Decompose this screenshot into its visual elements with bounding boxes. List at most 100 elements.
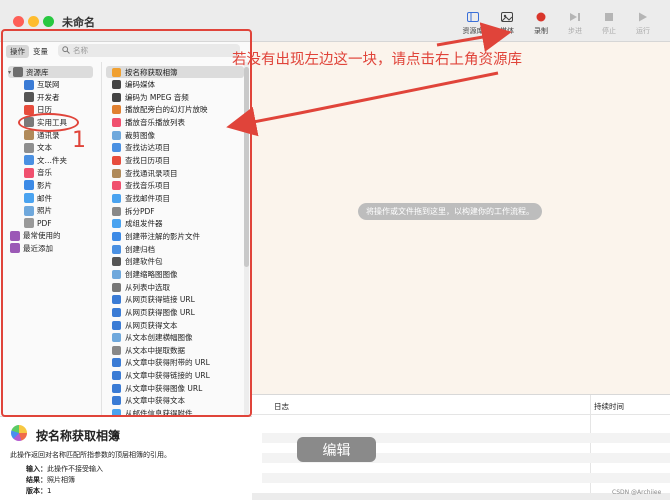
action-list-item[interactable]: 从文章中获得图像 URL	[106, 382, 244, 394]
tab-actions[interactable]: 操作	[6, 45, 29, 58]
action-list-item[interactable]: 查找音乐项目	[106, 180, 244, 192]
action-icon	[112, 345, 121, 355]
action-item-label: 查找音乐项目	[125, 181, 170, 191]
action-list-item[interactable]: 播放配旁白的幻灯片放映	[106, 104, 244, 116]
action-list-item[interactable]: 查找通讯录项目	[106, 167, 244, 179]
workflow-hint: 将操作或文件拖到这里，以构建你的工作流程。	[358, 203, 542, 220]
action-list-item[interactable]: 创建归档	[106, 243, 244, 255]
action-list-item[interactable]: 拆分PDF	[106, 205, 244, 217]
sidebar-item-label: 通讯录	[37, 130, 60, 140]
sidebar-item[interactable]: 实用工具	[24, 116, 67, 128]
sidebar-item[interactable]: 最近添加	[10, 242, 53, 254]
action-icon	[112, 269, 121, 279]
action-list-item[interactable]: 编码为 MPEG 音频	[106, 91, 244, 103]
action-icon	[112, 320, 121, 330]
annotation-number: 1	[72, 128, 86, 153]
category-icon	[24, 130, 34, 140]
action-icon	[112, 307, 121, 317]
action-list-item[interactable]: 创建软件包	[106, 256, 244, 268]
action-list-item[interactable]: 编码媒体	[106, 79, 244, 91]
action-item-label: 从列表中选取	[125, 282, 170, 292]
category-icon	[24, 218, 34, 229]
action-list-item[interactable]: 从网页获得文本	[106, 319, 244, 331]
search-icon	[62, 45, 70, 56]
category-icon	[13, 67, 24, 77]
step-button[interactable]: 步进	[558, 11, 592, 36]
sidebar-item[interactable]: ▾ 资源库	[8, 66, 93, 78]
action-list-item[interactable]: 裁剪图像	[106, 129, 244, 141]
action-icon	[112, 143, 121, 153]
description-title: 按名称获取相簿	[36, 429, 121, 443]
duration-column-header[interactable]: 持续时间	[594, 401, 624, 412]
tab-variables[interactable]: 变量	[29, 45, 52, 58]
sidebar-item[interactable]: 音乐	[24, 167, 52, 179]
action-item-label: 从文本中提取数据	[125, 345, 185, 355]
sidebar-item[interactable]: 最常使用的	[10, 230, 61, 242]
media-button[interactable]: 媒体	[490, 11, 524, 36]
action-item-label: 创建软件包	[125, 257, 163, 267]
action-list-item[interactable]: 查找邮件项目	[106, 193, 244, 205]
action-list-item[interactable]: 成组发件器	[106, 218, 244, 230]
sidebar-item[interactable]: 照片	[24, 205, 52, 217]
annotation-instruction: 若没有出现左边这一块，请点击右上角资源库	[232, 52, 522, 68]
sidebar-item[interactable]: 日历	[24, 104, 52, 116]
action-list-item[interactable]: 从文章中获得文本	[106, 395, 244, 407]
automator-window: 未命名 资源库 媒体 录制 步进 停止 运行 操作 变量 名称 ▾ 资源库 互联…	[0, 0, 670, 500]
search-input[interactable]	[73, 46, 233, 55]
sidebar-item-label: 文…件夹	[37, 155, 67, 165]
sidebar-item[interactable]: 文…件夹	[24, 154, 67, 166]
library-button[interactable]: 资源库	[456, 11, 490, 36]
action-list-item[interactable]: 按名称获取相簿	[106, 66, 244, 78]
sidebar-item-label: 资源库	[26, 67, 49, 77]
disclosure-icon[interactable]: ▾	[8, 69, 11, 76]
record-button[interactable]: 录制	[524, 11, 558, 36]
media-icon	[500, 11, 514, 23]
action-list-item[interactable]: 从邮件信息获得附件	[106, 408, 244, 416]
sidebar-item[interactable]: 文本	[24, 142, 52, 154]
zoom-window-button[interactable]	[43, 16, 54, 27]
sidebar-item[interactable]: 开发者	[24, 91, 60, 103]
action-list-item[interactable]: 从文章中获得附带的 URL	[106, 357, 244, 369]
log-header: 日志 持续时间	[252, 395, 670, 415]
action-list-item[interactable]: 从文章中获得链接的 URL	[106, 370, 244, 382]
action-icon	[112, 333, 121, 343]
action-list-item[interactable]: 从网页获得图像 URL	[106, 306, 244, 318]
input-label: 输入：	[26, 465, 47, 473]
action-icon	[112, 219, 121, 229]
scrollbar-thumb[interactable]	[244, 67, 249, 267]
action-list-item[interactable]: 查找日历项目	[106, 155, 244, 167]
category-icon	[24, 180, 34, 191]
window-title: 未命名	[62, 16, 95, 29]
sidebar-item[interactable]: 影片	[24, 179, 52, 191]
log-column-header[interactable]: 日志	[274, 401, 289, 412]
action-list-item[interactable]: 从列表中选取	[106, 281, 244, 293]
sidebar-item[interactable]: 通讯录	[24, 129, 60, 141]
action-list-item[interactable]: 从网页获得链接 URL	[106, 294, 244, 306]
log-row	[262, 473, 670, 483]
action-list-item[interactable]: 创建带注解的影片文件	[106, 230, 244, 242]
sidebar-item[interactable]: PDF	[24, 217, 52, 229]
category-icon	[24, 142, 34, 153]
minimize-window-button[interactable]	[28, 16, 39, 27]
category-icon	[24, 205, 34, 216]
action-icon	[112, 194, 121, 203]
action-icon	[112, 282, 121, 292]
action-list-item[interactable]: 查找访达项目	[106, 142, 244, 154]
sidebar-item[interactable]: 互联网	[24, 79, 60, 91]
action-list-item[interactable]: 从文本创建横幅图像	[106, 332, 244, 344]
run-button[interactable]: 运行	[626, 11, 660, 36]
action-item-label: 播放配旁白的幻灯片放映	[125, 105, 208, 115]
action-list-scrollbar[interactable]	[244, 62, 249, 416]
close-window-button[interactable]	[13, 16, 24, 27]
category-icon	[10, 230, 20, 241]
action-list: 按名称获取相簿 编码媒体 编码为 MPEG 音频播放配旁白的幻灯片放映播放音乐播放列…	[106, 62, 246, 416]
action-list-item[interactable]: 创建缩略图图像	[106, 268, 244, 280]
action-item-label: 裁剪图像	[125, 130, 155, 140]
category-icon	[24, 155, 34, 166]
action-list-item[interactable]: 从文本中提取数据	[106, 344, 244, 356]
stop-button[interactable]: 停止	[592, 11, 626, 36]
result-meta: 结果：照片相簿	[26, 475, 75, 485]
action-list-item[interactable]: 播放音乐播放列表	[106, 117, 244, 129]
action-icon	[112, 118, 121, 128]
sidebar-item[interactable]: 邮件	[24, 192, 52, 204]
